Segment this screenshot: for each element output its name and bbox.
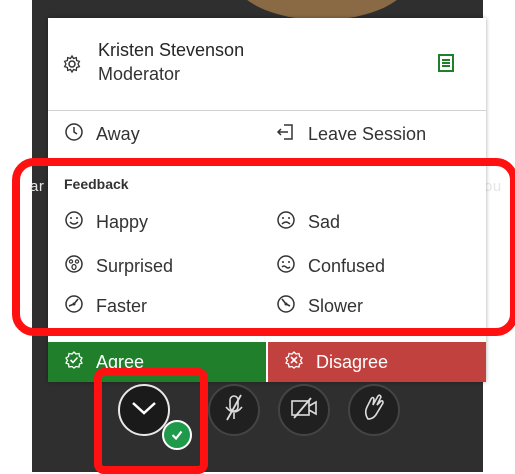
microphone-toggle-button[interactable]	[208, 384, 260, 436]
confused-face-icon	[276, 254, 296, 279]
camera-toggle-button[interactable]	[278, 384, 330, 436]
feedback-item-happy-label: Happy	[96, 212, 149, 232]
feedback-item-confused-label: Confused	[308, 256, 386, 276]
clock-icon	[64, 122, 84, 147]
agree-button[interactable]: Agree	[48, 342, 266, 382]
feedback-title: Feedback	[64, 176, 129, 192]
gear-icon[interactable]	[62, 54, 82, 79]
sad-face-icon	[276, 210, 296, 235]
user-role: Moderator	[98, 64, 181, 84]
microphone-muted-icon	[221, 393, 247, 428]
feedback-item-sad-label: Sad	[308, 212, 341, 232]
feedback-item-slower[interactable]: Slower	[276, 294, 363, 319]
feedback-item-faster[interactable]: Faster	[64, 294, 147, 319]
surprised-face-icon	[64, 254, 84, 279]
menu-item-leave-session-label: Leave Session	[308, 124, 427, 144]
menu-item-leave-session[interactable]: Leave Session	[276, 122, 426, 147]
user-name: Kristen Stevenson	[98, 40, 245, 60]
disagree-icon	[284, 350, 304, 375]
camera-muted-icon	[289, 395, 319, 426]
feedback-item-sad[interactable]: Sad	[276, 210, 340, 235]
participant-avatar-top	[232, 0, 412, 20]
status-menu-panel: Kristen Stevenson Moderator Away Leave S…	[48, 18, 486, 382]
background-text-right: ou	[484, 178, 502, 195]
feedback-item-surprised[interactable]: Surprised	[64, 254, 173, 279]
happy-face-icon	[64, 210, 84, 235]
status-check-icon	[162, 420, 192, 450]
feedback-item-slower-label: Slower	[308, 296, 364, 316]
faster-gauge-icon	[64, 294, 84, 319]
disagree-label: Disagree	[316, 351, 389, 372]
feedback-item-faster-label: Faster	[96, 296, 148, 316]
chevron-down-icon	[131, 400, 157, 421]
raise-hand-button[interactable]	[348, 384, 400, 436]
menu-item-away-label: Away	[96, 124, 140, 144]
slower-gauge-icon	[276, 294, 296, 319]
chat-icon[interactable]	[438, 54, 454, 77]
divider-header	[48, 110, 486, 111]
feedback-item-happy[interactable]: Happy	[64, 210, 148, 235]
agree-label: Agree	[96, 351, 145, 372]
agree-icon	[64, 350, 84, 375]
menu-item-away[interactable]: Away	[64, 122, 140, 147]
feedback-item-surprised-label: Surprised	[96, 256, 174, 276]
divider-feedback	[48, 162, 486, 163]
disagree-button[interactable]: Disagree	[268, 342, 486, 382]
raise-hand-icon	[361, 393, 387, 428]
background-text-left: ar	[30, 178, 45, 195]
feedback-item-confused[interactable]: Confused	[276, 254, 385, 279]
leave-session-icon	[276, 122, 296, 147]
